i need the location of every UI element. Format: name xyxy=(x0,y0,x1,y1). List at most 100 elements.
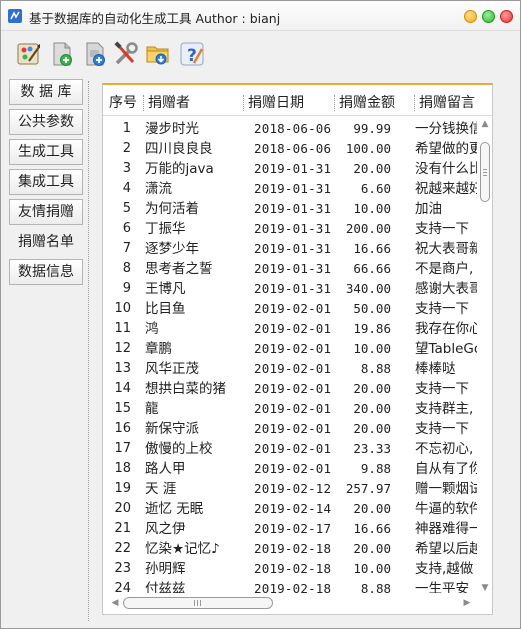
add-database-icon[interactable] xyxy=(82,41,108,67)
table-row[interactable]: 1 漫步时光 2018-06-06 99.99 一分钱换信 xyxy=(103,119,477,139)
table-header: 序号 捐赠者 捐赠日期 捐赠金额 捐赠留言 xyxy=(103,90,492,116)
donation-message: 我存在你心 xyxy=(415,321,477,337)
donation-amount: 8.88 xyxy=(360,361,391,376)
nav-item-donor-list[interactable]: 捐赠名单 xyxy=(9,229,83,255)
table-row[interactable]: 16 新保守派 2019-02-01 20.00 支持一下 xyxy=(103,419,477,439)
donor-name: 风之伊 xyxy=(145,521,186,537)
table-row[interactable]: 10 比目鱼 2019-02-01 50.00 支持一下 xyxy=(103,299,477,319)
row-number: 22 xyxy=(114,541,131,556)
title-bar[interactable]: 基于数据库的自动化生成工具 Author : bianj xyxy=(1,1,520,31)
folder-download-icon[interactable] xyxy=(145,41,171,67)
donation-message: 支持群主, xyxy=(415,401,474,417)
header-date[interactable]: 捐赠日期 xyxy=(248,90,332,116)
donation-message: 不是商户, xyxy=(415,261,474,277)
vertical-scroll-thumb[interactable] xyxy=(480,142,490,202)
horizontal-scroll-thumb[interactable] xyxy=(123,597,273,609)
donation-amount: 66.66 xyxy=(353,261,391,276)
donation-amount: 10.00 xyxy=(353,201,391,216)
table-row[interactable]: 11 鸿 2019-02-01 19.86 我存在你心 xyxy=(103,319,477,339)
nav-item-integration-tools[interactable]: 集成工具 xyxy=(9,169,83,195)
table-row[interactable]: 7 逐梦少年 2019-01-31 16.66 祝大表哥新 xyxy=(103,239,477,259)
help-icon[interactable]: ? xyxy=(179,41,205,67)
table-row[interactable]: 9 王博凡 2019-01-31 340.00 感谢大表哥 xyxy=(103,279,477,299)
table-row[interactable]: 21 风之伊 2019-02-17 16.66 神器难得一 xyxy=(103,519,477,539)
settings-tools-icon[interactable] xyxy=(113,41,139,67)
maximize-button[interactable] xyxy=(482,10,495,23)
donation-amount: 20.00 xyxy=(353,541,391,556)
donor-name: 傲慢的上校 xyxy=(145,441,213,457)
donation-amount: 99.99 xyxy=(353,121,391,136)
donation-message: 没有什么比 xyxy=(415,161,477,177)
add-document-icon[interactable] xyxy=(49,41,75,67)
table-row[interactable]: 24 付兹兹 2019-02-18 8.88 一生平安 xyxy=(103,579,477,593)
row-number: 16 xyxy=(114,421,131,436)
vertical-scrollbar[interactable]: ▲ ▼ xyxy=(478,119,492,593)
row-number: 21 xyxy=(114,521,131,536)
nav-item-database[interactable]: 数 据 库 xyxy=(9,79,83,105)
table-row[interactable]: 18 路人甲 2019-02-01 9.88 自从有了你 xyxy=(103,459,477,479)
donor-table-panel: 序号 捐赠者 捐赠日期 捐赠金额 捐赠留言 1 漫步时光 2018-06-06 99.… xyxy=(102,83,493,615)
header-amount[interactable]: 捐赠金额 xyxy=(339,90,413,116)
scroll-left-arrow-icon[interactable]: ◀ xyxy=(109,597,121,609)
donation-amount: 340.00 xyxy=(345,281,391,296)
donation-amount: 200.00 xyxy=(345,221,391,236)
donation-amount: 16.66 xyxy=(353,521,391,536)
donor-name: 孙明辉 xyxy=(145,561,186,577)
table-row[interactable]: 2 四川良良良 2018-06-06 100.00 希望做的更 xyxy=(103,139,477,159)
donor-name: 万能的java xyxy=(145,161,214,177)
donation-amount: 23.33 xyxy=(353,441,391,456)
row-number: 3 xyxy=(122,161,131,176)
table-row[interactable]: 3 万能的java 2019-01-31 20.00 没有什么比 xyxy=(103,159,477,179)
nav-item-data-info[interactable]: 数据信息 xyxy=(9,259,83,285)
table-row[interactable]: 5 为何活着 2019-01-31 10.00 加油 xyxy=(103,199,477,219)
table-row[interactable]: 6 丁振华 2019-01-31 200.00 支持一下 xyxy=(103,219,477,239)
donor-name: 龍 xyxy=(145,401,159,417)
donor-name: 新保守派 xyxy=(145,421,199,437)
donation-amount: 50.00 xyxy=(353,301,391,316)
table-row[interactable]: 15 龍 2019-02-01 20.00 支持群主, xyxy=(103,399,477,419)
donor-name: 为何活着 xyxy=(145,201,199,217)
table-row[interactable]: 20 逝忆 无眠 2019-02-14 20.00 牛逼的软件 xyxy=(103,499,477,519)
scroll-down-arrow-icon[interactable]: ▼ xyxy=(480,583,490,593)
scroll-up-arrow-icon[interactable]: ▲ xyxy=(480,119,490,129)
table-row[interactable]: 17 傲慢的上校 2019-02-01 23.33 不忘初心, xyxy=(103,439,477,459)
donation-message: 支持一下 xyxy=(415,301,469,317)
paint-tool-icon[interactable] xyxy=(16,41,42,67)
header-donor[interactable]: 捐赠者 xyxy=(148,90,238,116)
app-logo-icon xyxy=(7,8,23,24)
table-row[interactable]: 4 潇流 2019-01-31 6.60 祝越来越好 xyxy=(103,179,477,199)
close-button[interactable] xyxy=(500,10,513,23)
table-row[interactable]: 19 天 涯 2019-02-12 257.97 赠一颗烟试 xyxy=(103,479,477,499)
donation-amount: 100.00 xyxy=(345,141,391,156)
donor-name: 潇流 xyxy=(145,181,172,197)
nav-item-common-params[interactable]: 公共参数 xyxy=(9,109,83,135)
table-row[interactable]: 22 忆染★记忆♪ 2019-02-18 20.00 希望以后越 xyxy=(103,539,477,559)
row-number: 14 xyxy=(114,381,131,396)
donor-name: 章鹏 xyxy=(145,341,172,357)
donation-amount: 20.00 xyxy=(353,501,391,516)
table-row[interactable]: 23 孙明辉 2019-02-18 10.00 支持,越做 xyxy=(103,559,477,579)
window-title: 基于数据库的自动化生成工具 Author : bianj xyxy=(29,11,281,26)
table-row[interactable]: 12 章鹏 2019-02-01 10.00 望TableGo xyxy=(103,339,477,359)
donation-amount: 10.00 xyxy=(353,561,391,576)
table-row[interactable]: 8 思考者之誓 2019-01-31 66.66 不是商户, xyxy=(103,259,477,279)
row-number: 18 xyxy=(114,461,131,476)
horizontal-scrollbar[interactable]: ◀ ▶ xyxy=(103,593,477,613)
donation-amount: 9.88 xyxy=(360,461,391,476)
table-row[interactable]: 14 想拱白菜的猪 2019-02-01 20.00 支持一下 xyxy=(103,379,477,399)
nav-item-donate[interactable]: 友情捐赠 xyxy=(9,199,83,225)
donation-message: 支持一下 xyxy=(415,421,469,437)
donor-name: 漫步时光 xyxy=(145,121,199,137)
nav-item-generate-tools[interactable]: 生成工具 xyxy=(9,139,83,165)
donor-name: 四川良良良 xyxy=(145,141,213,157)
scroll-right-arrow-icon[interactable]: ▶ xyxy=(461,597,473,609)
minimize-button[interactable] xyxy=(464,10,477,23)
table-row[interactable]: 13 风华正茂 2019-02-01 8.88 棒棒哒 xyxy=(103,359,477,379)
donation-amount: 6.60 xyxy=(360,181,391,196)
donation-amount: 20.00 xyxy=(353,421,391,436)
header-message[interactable]: 捐赠留言 xyxy=(419,90,492,116)
row-number: 8 xyxy=(122,261,131,276)
header-no[interactable]: 序号 xyxy=(109,90,143,116)
row-number: 24 xyxy=(114,581,131,593)
donation-message: 祝大表哥新 xyxy=(415,241,477,257)
